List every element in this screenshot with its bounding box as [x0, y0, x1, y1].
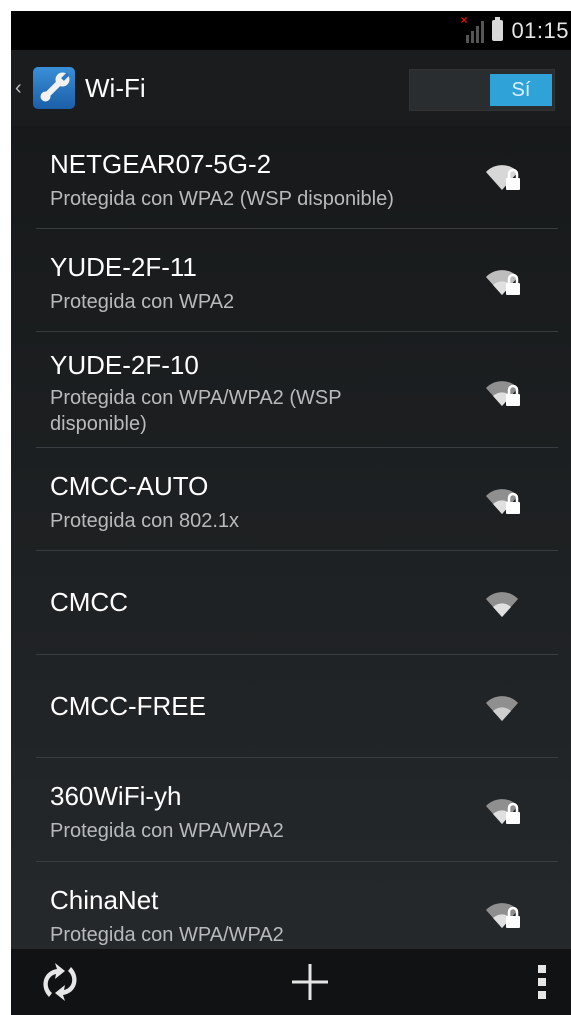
wifi-locked-icon [486, 165, 520, 190]
network-status: Protegida con WPA2 [50, 291, 235, 313]
network-item[interactable]: ChinaNet Protegida con WPA/WPA2 [36, 862, 558, 952]
network-ssid: CMCC [50, 587, 128, 617]
bottom-action-bar [11, 949, 571, 1015]
wifi-icon [486, 592, 518, 617]
wifi-locked-icon [486, 270, 520, 295]
network-ssid: 360WiFi-yh [50, 781, 182, 811]
settings-wrench-icon[interactable] [33, 67, 75, 109]
network-status: Protegida con WPA/WPA2 (WSP disponible) [50, 387, 342, 435]
network-ssid: YUDE-2F-10 [50, 350, 199, 380]
wifi-toggle-on-label[interactable]: Sí [490, 74, 552, 106]
add-network-icon[interactable] [288, 960, 332, 1004]
wifi-locked-icon [486, 903, 520, 928]
network-status: Protegida con WPA/WPA2 [50, 924, 284, 946]
overflow-menu-icon[interactable] [535, 962, 549, 1002]
wps-icon[interactable] [35, 957, 85, 1007]
network-status: Protegida con 802.1x [50, 510, 240, 532]
wifi-locked-icon [486, 489, 520, 514]
battery-icon [492, 17, 504, 41]
network-item[interactable]: YUDE-2F-11 Protegida con WPA2 [36, 229, 558, 332]
network-item[interactable]: YUDE-2F-10 Protegida con WPA/WPA2 (WSP d… [36, 332, 558, 448]
page-title: Wi-Fi [85, 72, 146, 103]
status-bar: × 01:15 [11, 11, 571, 50]
network-item[interactable]: CMCC-FREE [36, 655, 558, 758]
network-item[interactable]: CMCC [36, 551, 558, 655]
network-item[interactable]: NETGEAR07-5G-2 Protegida con WPA2 (WSP d… [36, 126, 558, 229]
network-item[interactable]: 360WiFi-yh Protegida con WPA/WPA2 [36, 758, 558, 862]
wifi-icon [486, 696, 518, 721]
wifi-toggle[interactable]: Sí [409, 69, 555, 111]
network-ssid: ChinaNet [50, 885, 159, 915]
no-signal-icon: × [460, 13, 486, 45]
network-ssid: CMCC-FREE [50, 691, 206, 721]
network-status: Protegida con WPA/WPA2 [50, 820, 284, 842]
network-list[interactable]: NETGEAR07-5G-2 Protegida con WPA2 (WSP d… [36, 126, 558, 952]
status-clock: 01:15 [511, 17, 569, 43]
wifi-locked-icon [486, 381, 520, 406]
phone-screen: × 01:15 ‹ Wi-Fi Sí NETGEAR07-5G-2 Proteg… [11, 11, 571, 1015]
network-ssid: NETGEAR07-5G-2 [50, 149, 272, 179]
wifi-locked-icon [486, 799, 520, 824]
network-ssid: YUDE-2F-11 [50, 252, 197, 282]
action-bar: ‹ Wi-Fi Sí [11, 50, 571, 126]
network-item[interactable]: CMCC-AUTO Protegida con 802.1x [36, 448, 558, 551]
network-ssid: CMCC-AUTO [50, 471, 209, 501]
network-status: Protegida con WPA2 (WSP disponible) [50, 188, 394, 210]
chevron-left-icon[interactable]: ‹ [15, 77, 29, 100]
